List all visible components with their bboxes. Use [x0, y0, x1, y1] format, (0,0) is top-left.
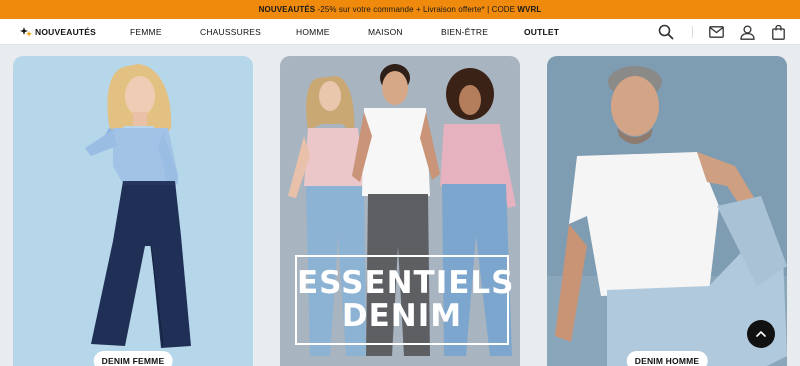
- user-icon[interactable]: [738, 23, 756, 41]
- nav-label: HOMME: [296, 27, 330, 37]
- nav-item-homme[interactable]: HOMME: [296, 19, 330, 45]
- category-card-essentiels-denim[interactable]: ESSENTIELS DENIM: [280, 56, 520, 366]
- nav-label: CHAUSSURES: [200, 27, 262, 37]
- nav-item-bien-etre[interactable]: BIEN-ÊTRE: [441, 19, 488, 45]
- chevron-up-icon: [756, 331, 766, 337]
- hero-title-line1: ESSENTIELS: [297, 265, 515, 302]
- category-label[interactable]: DENIM HOMME: [626, 351, 708, 366]
- promo-text: -25% sur votre commande + Livraison offe…: [315, 5, 518, 14]
- nav-label: BIEN-ÊTRE: [441, 27, 489, 37]
- promo-highlight: NOUVEAUTÉS: [258, 5, 316, 14]
- promo-code: WVRL: [517, 5, 542, 14]
- nav-item-nouveautes[interactable]: NOUVEAUTÉS: [20, 19, 96, 45]
- promo-banner[interactable]: NOUVEAUTÉS -25% sur votre commande + Liv…: [0, 0, 800, 19]
- main-navigation: NOUVEAUTÉS FEMME CHAUSSURES HOMME MAISON…: [0, 19, 800, 45]
- nav-label: MAISON: [368, 27, 403, 37]
- hero-title-box: ESSENTIELS DENIM: [295, 255, 515, 345]
- nav-divider: [692, 26, 693, 38]
- nav-item-outlet[interactable]: OUTLET: [524, 19, 559, 45]
- back-to-top-button[interactable]: [747, 320, 775, 348]
- nav-label: FEMME: [130, 27, 162, 37]
- hero-title-line2: DENIM: [341, 298, 463, 334]
- nav-item-chaussures[interactable]: CHAUSSURES: [200, 19, 261, 45]
- nav-item-maison[interactable]: MAISON: [368, 19, 403, 45]
- nav-label: OUTLET: [524, 27, 560, 37]
- mail-icon[interactable]: [707, 23, 725, 41]
- nav-item-femme[interactable]: FEMME: [130, 19, 162, 45]
- category-card-denim-femme[interactable]: DENIM FEMME: [13, 56, 253, 366]
- nav-label: NOUVEAUTÉS: [35, 27, 97, 37]
- sparkle-icon: [20, 27, 32, 37]
- man-denim-photo: [547, 56, 787, 366]
- search-icon[interactable]: [657, 23, 675, 41]
- woman-denim-photo: [13, 56, 253, 366]
- category-label[interactable]: DENIM FEMME: [93, 351, 173, 366]
- bag-icon[interactable]: [769, 23, 787, 41]
- category-card-denim-homme[interactable]: DENIM HOMME: [547, 56, 787, 366]
